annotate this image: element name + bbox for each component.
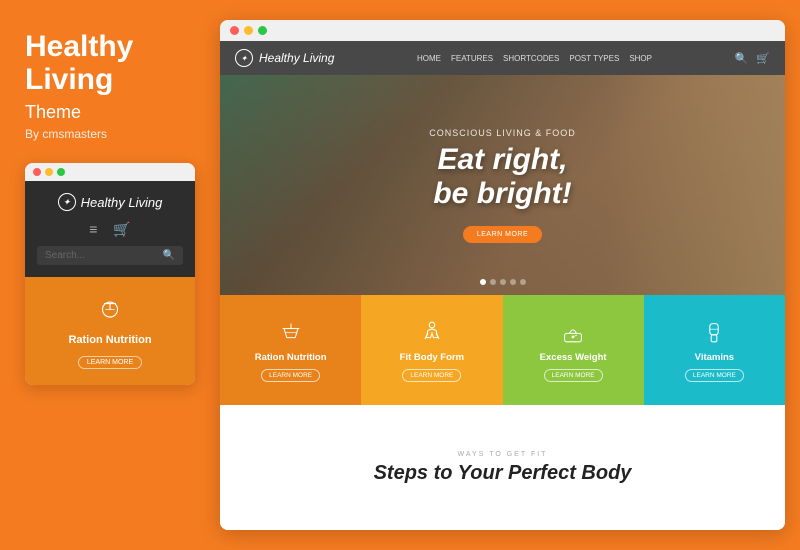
tile-vitamins-title: Vitamins bbox=[695, 352, 734, 363]
ways-label: WAYS TO GET FIT bbox=[458, 451, 548, 458]
mobile-dot-red bbox=[33, 168, 41, 176]
hero-dot-4[interactable] bbox=[510, 279, 516, 285]
mobile-search-bar[interactable]: Search... 🔍 bbox=[37, 246, 183, 265]
tile-ration-nutrition: Ration Nutrition LEARN MORE bbox=[220, 295, 361, 405]
mobile-search-placeholder: Search... bbox=[45, 250, 85, 261]
mobile-dot-yellow bbox=[45, 168, 53, 176]
browser-dot-red bbox=[230, 26, 239, 35]
search-icon[interactable]: 🔍 bbox=[735, 52, 749, 65]
mobile-card-icon bbox=[37, 293, 183, 328]
nav-shop[interactable]: SHOP bbox=[629, 54, 652, 63]
hero-dot-5[interactable] bbox=[520, 279, 526, 285]
site-logo-text: Healthy Living bbox=[259, 51, 334, 65]
tile-fit-title: Fit Body Form bbox=[400, 352, 464, 363]
mobile-mockup: ✦ Healthy Living ≡ 🛒 Search... 🔍 bbox=[25, 163, 195, 385]
mobile-body: ✦ Healthy Living ≡ 🛒 Search... 🔍 bbox=[25, 181, 195, 277]
hero-slideshow-dots bbox=[480, 279, 526, 285]
mobile-card-title: Ration Nutrition bbox=[37, 334, 183, 346]
tile-fit-body: Fit Body Form LEARN MORE bbox=[361, 295, 502, 405]
mobile-logo-text: ✦ Healthy Living bbox=[37, 193, 183, 211]
hero-title: Eat right, be bright! bbox=[433, 143, 571, 212]
mobile-learn-button[interactable]: LEARN MORE bbox=[78, 356, 142, 369]
mobile-nav-icons: ≡ 🛒 bbox=[37, 221, 183, 238]
tile-vitamins-learn[interactable]: LEARN MORE bbox=[685, 369, 744, 382]
mobile-cart-icon: 🛒 bbox=[113, 221, 130, 238]
steps-title: Steps to Your Perfect Body bbox=[374, 462, 632, 485]
cart-icon[interactable]: 🛒 bbox=[756, 52, 770, 65]
tile-vitamins: Vitamins LEARN MORE bbox=[644, 295, 785, 405]
tile-fit-learn[interactable]: LEARN MORE bbox=[402, 369, 461, 382]
feature-tiles: Ration Nutrition LEARN MORE Fit Body For… bbox=[220, 295, 785, 405]
theme-title: Healthy Living bbox=[25, 30, 195, 96]
theme-author: By cmsmasters bbox=[25, 127, 195, 141]
tile-excess-weight: Excess Weight LEARN MORE bbox=[503, 295, 644, 405]
hero-learn-button[interactable]: LEARN MORE bbox=[463, 226, 542, 243]
left-panel: Healthy Living Theme By cmsmasters ✦ Hea… bbox=[0, 0, 220, 550]
site-bottom: WAYS TO GET FIT Steps to Your Perfect Bo… bbox=[220, 405, 785, 530]
site-nav-icons: 🔍 🛒 bbox=[735, 52, 770, 65]
tile-ration-title: Ration Nutrition bbox=[255, 352, 327, 363]
site-nav-links: HOME FEATURES SHORTCODES POST TYPES SHOP bbox=[417, 54, 652, 63]
site-navbar: ✦ Healthy Living HOME FEATURES SHORTCODE… bbox=[220, 41, 785, 75]
vitamins-icon bbox=[700, 318, 728, 346]
browser-dot-yellow bbox=[244, 26, 253, 35]
tile-weight-title: Excess Weight bbox=[540, 352, 607, 363]
browser-content: ✦ Healthy Living HOME FEATURES SHORTCODE… bbox=[220, 41, 785, 530]
hero-dot-2[interactable] bbox=[490, 279, 496, 285]
theme-subtitle: Theme bbox=[25, 102, 195, 123]
site-logo-icon: ✦ bbox=[235, 49, 253, 67]
browser-dot-green bbox=[258, 26, 267, 35]
tile-weight-learn[interactable]: LEARN MORE bbox=[544, 369, 603, 382]
hero-food-decoration bbox=[605, 75, 785, 295]
nav-posttypes[interactable]: POST TYPES bbox=[569, 54, 619, 63]
hero-dot-1[interactable] bbox=[480, 279, 486, 285]
mobile-logo-area: ✦ Healthy Living bbox=[37, 193, 183, 211]
mobile-logo-icon: ✦ bbox=[58, 193, 76, 211]
hero-subtitle: Conscious Living & Food bbox=[429, 128, 576, 138]
mobile-search-icon: 🔍 bbox=[163, 250, 175, 261]
hero-dot-3[interactable] bbox=[500, 279, 506, 285]
nav-home[interactable]: HOME bbox=[417, 54, 441, 63]
site-logo: ✦ Healthy Living bbox=[235, 49, 334, 67]
site-hero: Conscious Living & Food Eat right, be br… bbox=[220, 75, 785, 295]
mobile-card-area: Ration Nutrition LEARN MORE bbox=[25, 277, 195, 385]
tile-ration-learn[interactable]: LEARN MORE bbox=[261, 369, 320, 382]
mobile-titlebar bbox=[25, 163, 195, 181]
mobile-dot-green bbox=[57, 168, 65, 176]
browser-titlebar bbox=[220, 20, 785, 41]
ration-nutrition-icon bbox=[277, 318, 305, 346]
fit-body-icon bbox=[418, 318, 446, 346]
browser-mockup: ✦ Healthy Living HOME FEATURES SHORTCODE… bbox=[220, 20, 785, 530]
nav-shortcodes[interactable]: SHORTCODES bbox=[503, 54, 559, 63]
mobile-menu-icon: ≡ bbox=[89, 221, 97, 238]
excess-weight-icon bbox=[559, 318, 587, 346]
nav-features[interactable]: FEATURES bbox=[451, 54, 493, 63]
